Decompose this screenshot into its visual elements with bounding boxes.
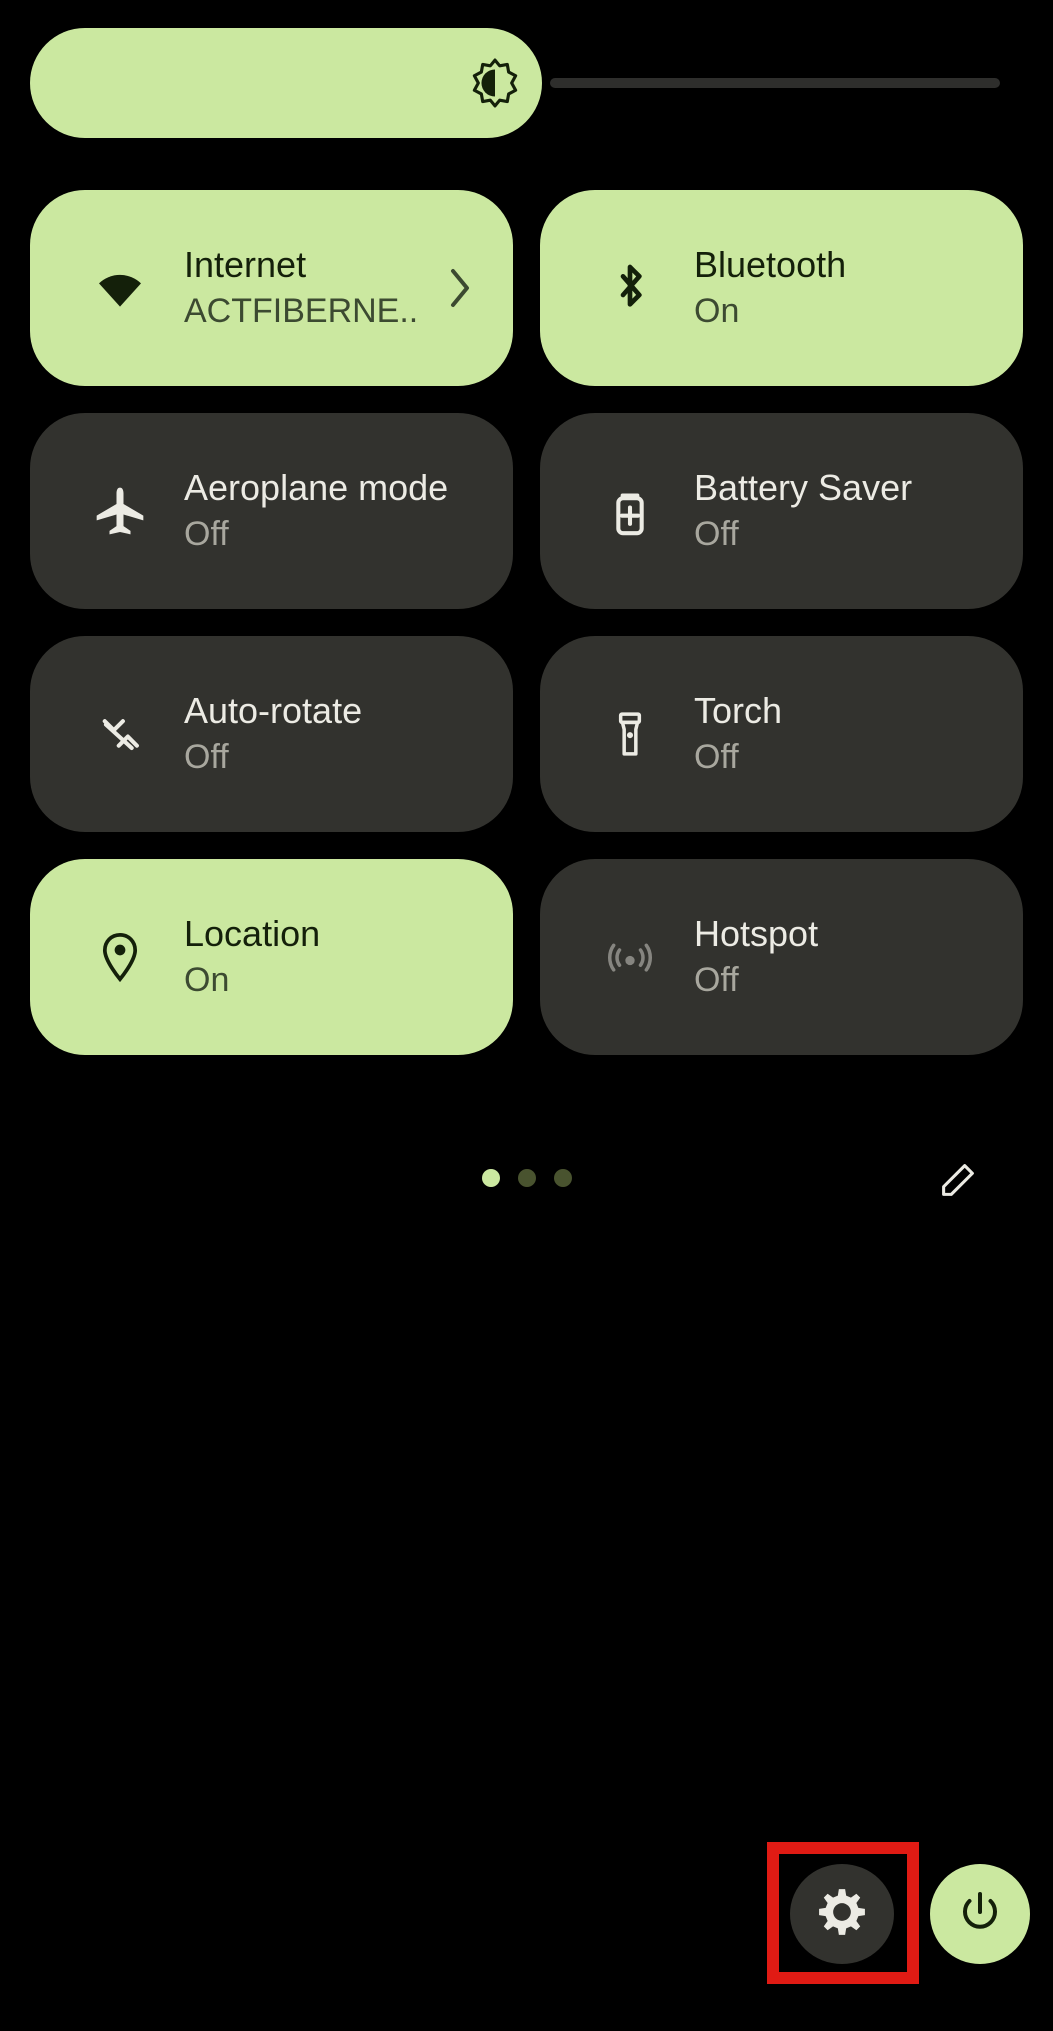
page-dot-1[interactable] <box>481 1169 500 1187</box>
tile-auto-rotate[interactable]: Auto-rotate Off <box>30 636 513 832</box>
auto-rotate-icon <box>92 706 148 762</box>
tile-aeroplane-mode[interactable]: Aeroplane mode Off <box>30 413 513 609</box>
tile-torch-title: Torch <box>694 690 783 731</box>
bottom-action-bar <box>0 1830 1053 1990</box>
chevron-right-icon[interactable] <box>447 267 473 309</box>
quick-settings-tile-grid: Internet ACTFIBERNE.. Bluetooth On Aerop… <box>30 190 1023 1082</box>
brightness-slider[interactable] <box>30 28 1023 138</box>
tile-aeroplane-mode-text: Aeroplane mode Off <box>184 465 448 557</box>
page-indicator-strip <box>0 1155 1053 1215</box>
tile-location-subtitle: On <box>184 961 230 999</box>
brightness-slider-fill[interactable] <box>30 28 542 138</box>
tile-location[interactable]: Location On <box>30 859 513 1055</box>
tile-row: Location On Hotspot Off <box>30 859 1023 1055</box>
tile-battery-saver-text: Battery Saver Off <box>694 465 912 557</box>
tile-auto-rotate-text: Auto-rotate Off <box>184 688 362 780</box>
tile-internet-title: Internet <box>184 244 307 285</box>
brightness-icon <box>470 58 520 108</box>
tile-internet[interactable]: Internet ACTFIBERNE.. <box>30 190 513 386</box>
page-dot-3[interactable] <box>553 1169 572 1187</box>
tile-row: Auto-rotate Off Torch Off <box>30 636 1023 832</box>
flashlight-icon <box>602 706 658 762</box>
tile-hotspot[interactable]: Hotspot Off <box>540 859 1023 1055</box>
quick-settings-panel: Internet ACTFIBERNE.. Bluetooth On Aerop… <box>0 0 1053 2031</box>
tile-torch[interactable]: Torch Off <box>540 636 1023 832</box>
hotspot-icon <box>602 929 658 985</box>
tile-hotspot-subtitle: Off <box>694 961 739 999</box>
settings-button[interactable] <box>790 1864 894 1964</box>
page-dot-2[interactable] <box>517 1169 536 1187</box>
tile-auto-rotate-title: Auto-rotate <box>184 690 363 731</box>
bluetooth-icon <box>602 260 658 316</box>
gear-icon <box>817 1887 867 1942</box>
edit-tiles-button[interactable] <box>935 1157 981 1203</box>
power-button[interactable] <box>930 1864 1030 1964</box>
tile-torch-text: Torch Off <box>694 688 782 780</box>
tile-bluetooth[interactable]: Bluetooth On <box>540 190 1023 386</box>
power-icon <box>956 1888 1004 1941</box>
tile-battery-saver-title: Battery Saver <box>694 467 913 508</box>
location-pin-icon <box>92 929 148 985</box>
tile-row: Internet ACTFIBERNE.. Bluetooth On <box>30 190 1023 386</box>
tile-bluetooth-text: Bluetooth On <box>694 242 846 334</box>
wifi-icon <box>92 260 148 316</box>
tile-location-title: Location <box>184 913 321 954</box>
tile-internet-subtitle: ACTFIBERNE.. <box>184 292 419 330</box>
tile-aeroplane-mode-subtitle: Off <box>184 515 229 553</box>
tile-battery-saver[interactable]: Battery Saver Off <box>540 413 1023 609</box>
tile-location-text: Location On <box>184 911 320 1003</box>
tile-row: Aeroplane mode Off Battery Saver Off <box>30 413 1023 609</box>
tile-auto-rotate-subtitle: Off <box>184 738 229 776</box>
airplane-icon <box>92 483 148 539</box>
tile-aeroplane-mode-title: Aeroplane mode <box>184 467 449 508</box>
battery-saver-icon <box>602 483 658 539</box>
tile-hotspot-title: Hotspot <box>694 913 819 954</box>
brightness-slider-track[interactable] <box>550 78 1000 88</box>
tile-bluetooth-subtitle: On <box>694 292 740 330</box>
tile-internet-text: Internet ACTFIBERNE.. <box>184 242 418 334</box>
tile-hotspot-text: Hotspot Off <box>694 911 818 1003</box>
tile-torch-subtitle: Off <box>694 738 739 776</box>
page-indicator[interactable] <box>481 1169 572 1187</box>
tile-battery-saver-subtitle: Off <box>694 515 739 553</box>
tile-bluetooth-title: Bluetooth <box>694 244 847 285</box>
